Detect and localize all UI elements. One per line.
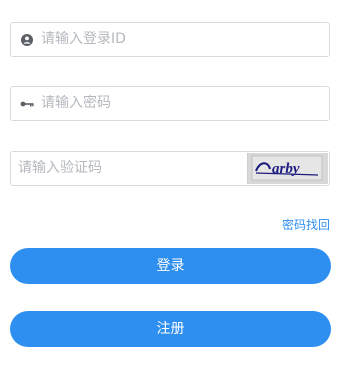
user-circle-icon	[19, 32, 35, 48]
captcha-field[interactable]: 请输入验证码 arby	[10, 151, 330, 186]
password-placeholder: 请输入密码	[41, 95, 111, 111]
user-id-placeholder: 请输入登录ID	[41, 31, 126, 47]
captcha-text: arby	[272, 161, 300, 177]
captcha-image[interactable]: arby	[247, 153, 328, 184]
login-page: 请输入登录ID 请输入密码 请输入验证码 arby 密码找回 登录 注册	[0, 0, 341, 372]
user-id-field[interactable]: 请输入登录ID	[10, 22, 330, 57]
register-button[interactable]: 注册	[10, 311, 331, 347]
login-button[interactable]: 登录	[10, 248, 331, 284]
forgot-password-link[interactable]: 密码找回	[282, 216, 330, 233]
captcha-placeholder: 请输入验证码	[18, 160, 102, 176]
password-field[interactable]: 请输入密码	[10, 86, 330, 121]
key-icon	[19, 96, 35, 112]
